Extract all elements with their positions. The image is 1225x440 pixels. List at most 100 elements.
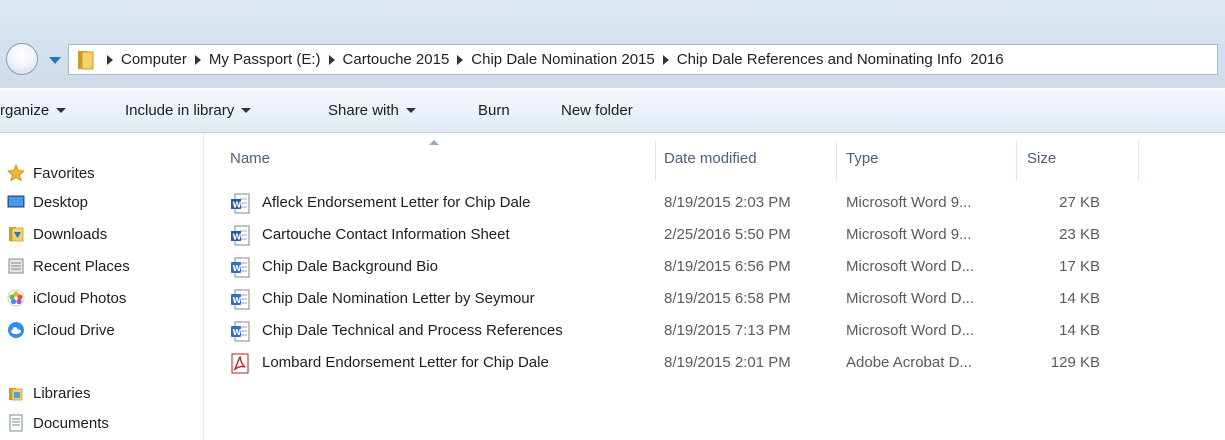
- column-header-size[interactable]: Size: [1027, 150, 1056, 167]
- breadcrumb-cartouche-2015[interactable]: Cartouche 2015: [343, 51, 450, 68]
- column-header-type[interactable]: Type: [846, 150, 879, 167]
- svg-text:W: W: [233, 328, 242, 337]
- nav-desktop[interactable]: Desktop: [7, 191, 88, 213]
- nav-documents[interactable]: Documents: [7, 412, 109, 434]
- word-97-doc-icon: W: [230, 225, 250, 246]
- file-size: 129 KB: [1050, 354, 1100, 371]
- svg-text:W: W: [233, 201, 242, 210]
- address-bar[interactable]: Computer My Passport (E:) Cartouche 2015…: [68, 44, 1218, 75]
- star-icon: [7, 163, 25, 182]
- new-folder-button[interactable]: New folder: [561, 102, 633, 119]
- organize-label: rganize: [0, 102, 50, 119]
- svg-text:W: W: [233, 296, 242, 305]
- nav-documents-label: Documents: [33, 414, 109, 432]
- nav-icloud-drive-label: iCloud Drive: [33, 321, 115, 339]
- file-name[interactable]: Chip Dale Technical and Process Referenc…: [262, 322, 563, 339]
- burn-label: Burn: [478, 102, 510, 119]
- file-size: 14 KB: [1059, 290, 1100, 307]
- file-row[interactable]: W Chip Dale Nomination Letter by Seymour…: [230, 285, 1150, 315]
- file-date-modified: 8/19/2015 2:01 PM: [664, 354, 791, 371]
- breadcrumb-chip-dale-nomination[interactable]: Chip Dale Nomination 2015: [471, 51, 654, 68]
- file-name[interactable]: Chip Dale Nomination Letter by Seymour: [262, 290, 535, 307]
- title-bar: Computer My Passport (E:) Cartouche 2015…: [0, 0, 1225, 88]
- navigation-pane: Favorites Desktop Downloads Recent Place…: [0, 133, 204, 440]
- file-name[interactable]: Chip Dale Background Bio: [262, 258, 438, 275]
- file-row[interactable]: W Cartouche Contact Information Sheet 2/…: [230, 221, 1150, 251]
- file-size: 17 KB: [1059, 258, 1100, 275]
- chevron-down-icon: [241, 108, 252, 113]
- file-date-modified: 8/19/2015 7:13 PM: [664, 322, 791, 339]
- file-type: Microsoft Word D...: [846, 258, 975, 275]
- organize-button[interactable]: rganize: [0, 102, 67, 119]
- chevron-right-icon[interactable]: [328, 54, 335, 65]
- breadcrumb-computer[interactable]: Computer: [121, 51, 187, 68]
- file-type: Microsoft Word 9...: [846, 194, 972, 211]
- recent-places-icon: [7, 257, 25, 275]
- svg-text:W: W: [233, 233, 242, 242]
- file-row[interactable]: Lombard Endorsement Letter for Chip Dale…: [230, 349, 1150, 379]
- include-in-library-button[interactable]: Include in library: [125, 102, 252, 119]
- file-row[interactable]: W Chip Dale Background Bio 8/19/2015 6:5…: [230, 253, 1150, 283]
- include-in-library-label: Include in library: [125, 102, 235, 119]
- nav-icloud-photos[interactable]: iCloud Photos: [7, 287, 126, 309]
- desktop-icon: [7, 193, 25, 211]
- nav-libraries-label: Libraries: [33, 384, 91, 402]
- nav-downloads-label: Downloads: [33, 225, 108, 243]
- nav-desktop-label: Desktop: [33, 193, 89, 211]
- file-type: Microsoft Word D...: [846, 290, 975, 307]
- file-type: Adobe Acrobat D...: [846, 354, 972, 371]
- icloud-photos-icon: [7, 289, 25, 307]
- chevron-right-icon[interactable]: [457, 54, 464, 65]
- file-size: 23 KB: [1059, 226, 1100, 243]
- new-folder-label: New folder: [561, 102, 633, 119]
- folder-icon: [75, 49, 97, 71]
- file-row[interactable]: W Afleck Endorsement Letter for Chip Dal…: [230, 189, 1150, 219]
- breadcrumb: Computer My Passport (E:) Cartouche 2015…: [103, 51, 1004, 68]
- word-docx-icon: W: [230, 289, 250, 310]
- file-row[interactable]: W Chip Dale Technical and Process Refere…: [230, 317, 1150, 347]
- chevron-down-icon: [56, 108, 67, 113]
- file-name[interactable]: Cartouche Contact Information Sheet: [262, 226, 510, 243]
- file-name[interactable]: Afleck Endorsement Letter for Chip Dale: [262, 194, 530, 211]
- file-date-modified: 8/19/2015 2:03 PM: [664, 194, 791, 211]
- word-docx-icon: W: [230, 321, 250, 342]
- nav-recent-places-label: Recent Places: [33, 257, 130, 275]
- word-97-doc-icon: W: [230, 193, 250, 214]
- file-date-modified: 2/25/2016 5:50 PM: [664, 226, 791, 243]
- share-with-button[interactable]: Share with: [328, 102, 416, 119]
- nav-libraries[interactable]: Libraries: [7, 382, 91, 404]
- burn-button[interactable]: Burn: [478, 102, 510, 119]
- file-name[interactable]: Lombard Endorsement Letter for Chip Dale: [262, 354, 549, 371]
- nav-downloads[interactable]: Downloads: [7, 223, 107, 245]
- share-with-label: Share with: [328, 102, 399, 119]
- column-header-name[interactable]: Name: [230, 150, 270, 167]
- nav-favorites-label: Favorites: [33, 164, 95, 182]
- nav-favorites[interactable]: Favorites: [7, 162, 95, 184]
- sort-ascending-icon: [429, 140, 439, 145]
- column-divider[interactable]: [655, 140, 656, 182]
- chevron-right-icon[interactable]: [194, 54, 201, 65]
- downloads-folder-icon: [7, 225, 25, 243]
- file-type: Microsoft Word D...: [846, 322, 975, 339]
- file-date-modified: 8/19/2015 6:58 PM: [664, 290, 791, 307]
- nav-icloud-photos-label: iCloud Photos: [33, 289, 127, 307]
- libraries-icon: [7, 384, 25, 402]
- file-size: 27 KB: [1059, 194, 1100, 211]
- breadcrumb-my-passport[interactable]: My Passport (E:): [209, 51, 321, 68]
- column-divider[interactable]: [836, 140, 837, 182]
- recent-pages-dropdown-icon[interactable]: [49, 57, 61, 64]
- chevron-right-icon[interactable]: [662, 54, 669, 65]
- column-divider[interactable]: [1138, 140, 1139, 182]
- chevron-down-icon: [405, 108, 416, 113]
- icloud-drive-icon: [7, 321, 25, 339]
- breadcrumb-current-folder[interactable]: Chip Dale References and Nominating Info…: [677, 51, 1004, 68]
- nav-recent-places[interactable]: Recent Places: [7, 255, 130, 277]
- command-bar: rganize Include in library Share with Bu…: [0, 88, 1225, 133]
- back-button[interactable]: [6, 43, 38, 75]
- nav-icloud-drive[interactable]: iCloud Drive: [7, 319, 115, 341]
- column-header-date-modified[interactable]: Date modified: [664, 150, 757, 167]
- chevron-right-icon[interactable]: [107, 54, 113, 65]
- word-docx-icon: W: [230, 257, 250, 278]
- svg-text:W: W: [233, 264, 242, 273]
- column-divider[interactable]: [1016, 140, 1017, 182]
